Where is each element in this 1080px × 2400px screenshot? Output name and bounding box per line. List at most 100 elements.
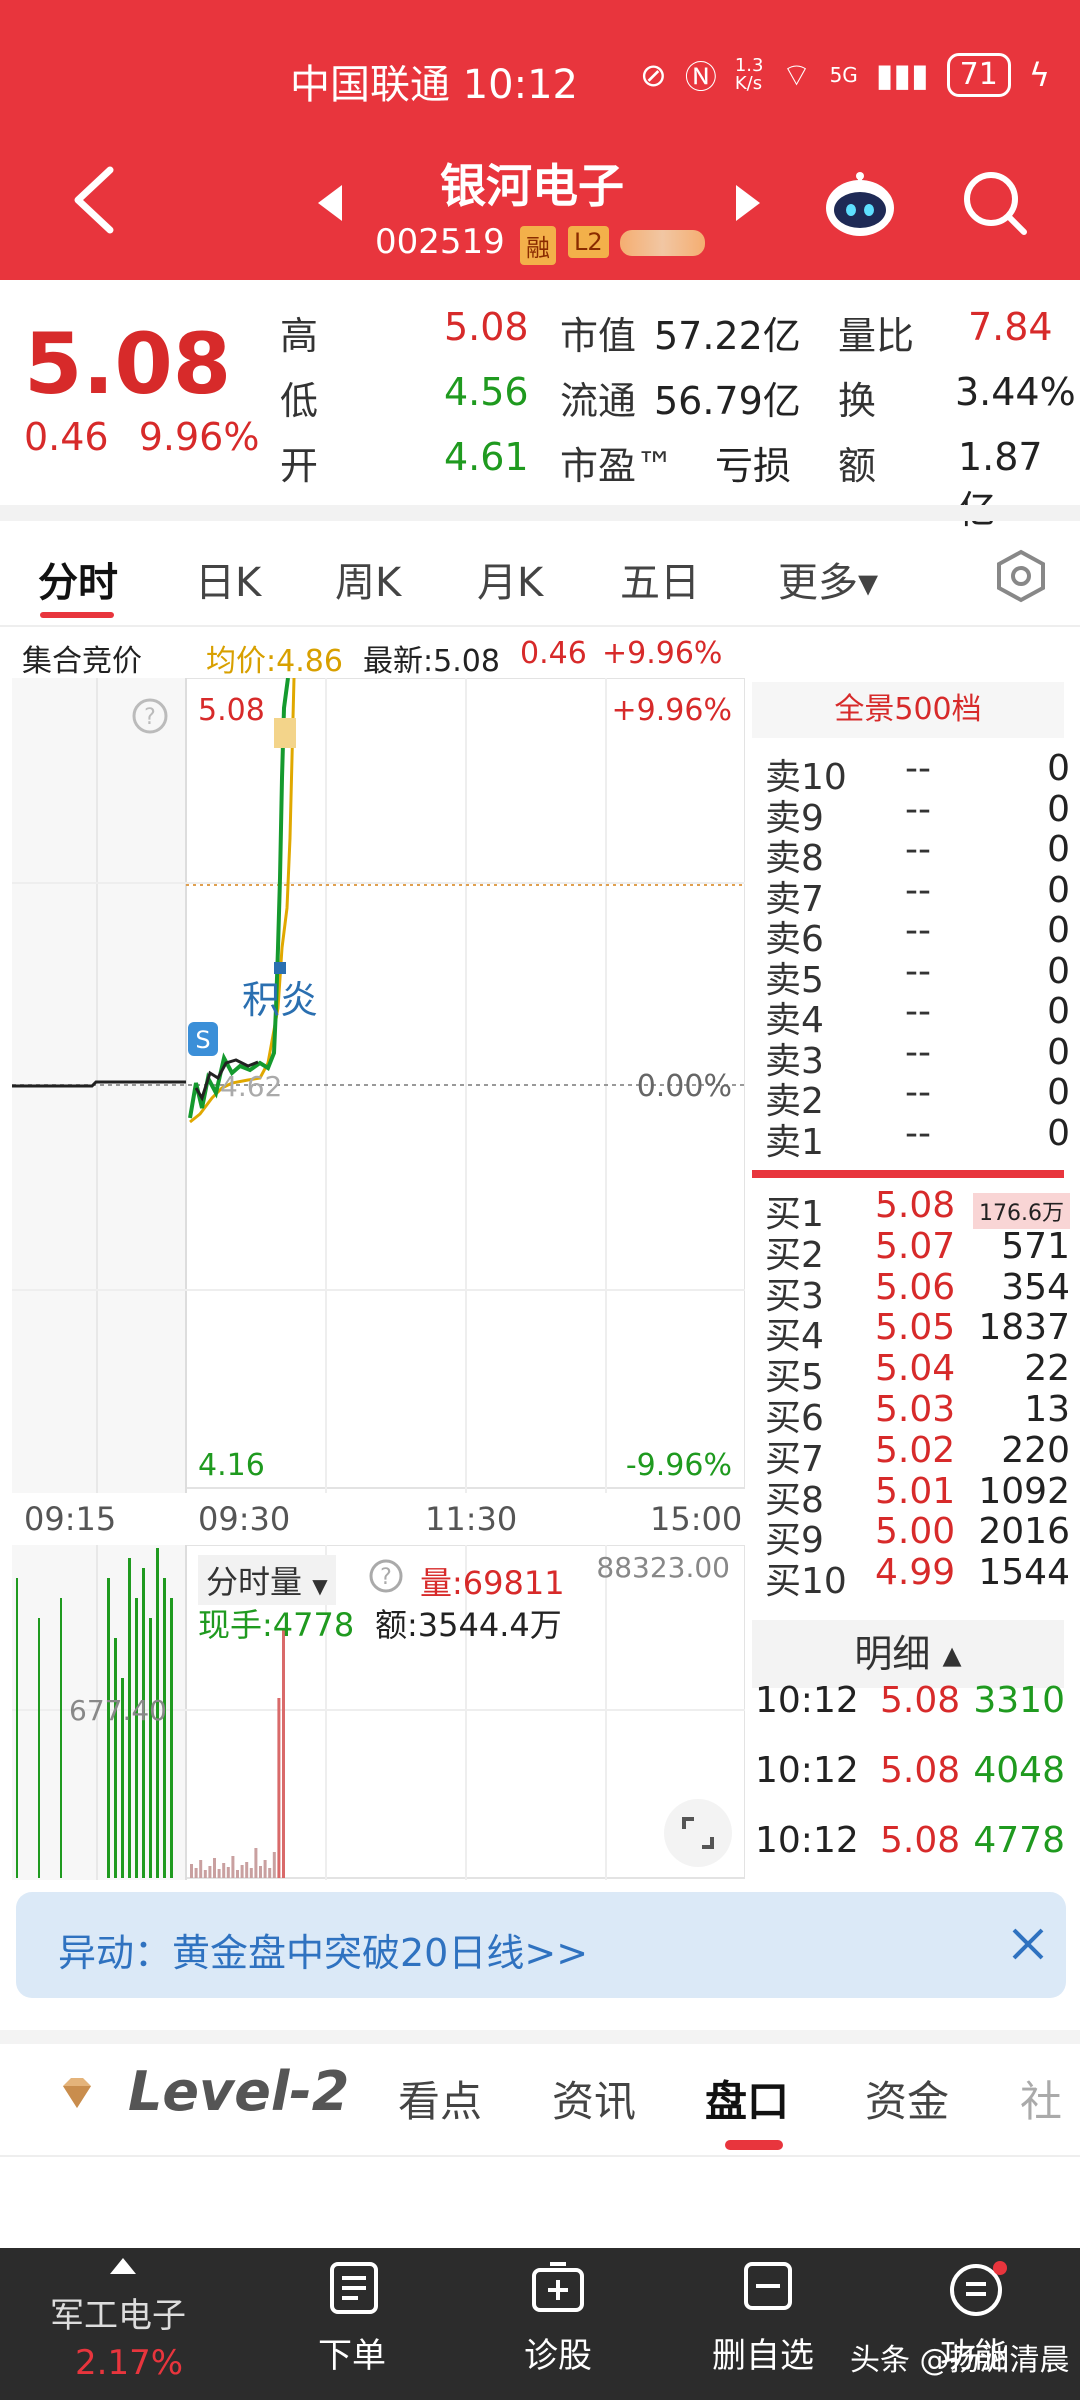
ask-price: -- [905, 991, 931, 1032]
settings-hexagon-icon[interactable] [993, 548, 1049, 604]
ask-row[interactable]: 卖10 -- 0 [765, 748, 1070, 798]
vol-help-icon[interactable]: ? [368, 1558, 404, 1594]
session-volume-bar [249, 1868, 253, 1878]
session-volume-bar [217, 1869, 221, 1878]
level2-label[interactable]: Level-2 [128, 2060, 349, 2123]
bid-row[interactable]: 买2 5.07 571 [765, 1226, 1070, 1276]
current-hand: 现手:4778 [198, 1606, 355, 1644]
order-label[interactable]: 下单 [318, 2328, 386, 2377]
bid-price: 5.06 [875, 1266, 956, 1308]
bid-volume: 176.6万 [973, 1193, 1070, 1229]
tab-weekly-k[interactable]: 周K [335, 550, 401, 608]
ask-row[interactable]: 卖6 -- 0 [765, 910, 1070, 960]
low-label: 低 [280, 379, 319, 423]
session-volume-bar [259, 1866, 262, 1878]
diagnose-label[interactable]: 诊股 [524, 2328, 592, 2377]
detail-row[interactable]: 10:12 5.08 3310 [755, 1680, 1065, 1724]
search-icon[interactable] [960, 168, 1030, 238]
order-icon[interactable] [328, 2260, 380, 2316]
session-volume-bar [263, 1860, 267, 1878]
detail-row[interactable]: 10:12 5.08 4048 [755, 1750, 1065, 1794]
ask-row[interactable]: 卖2 -- 0 [765, 1072, 1070, 1122]
ask-price: -- [905, 829, 931, 870]
diagnose-icon[interactable] [530, 2260, 586, 2316]
bid-row[interactable]: 买4 5.05 1837 [765, 1307, 1070, 1357]
bid-row[interactable]: 买3 5.06 354 [765, 1266, 1070, 1317]
menu-icon[interactable] [948, 2260, 1008, 2316]
robot-assistant-icon[interactable] [822, 170, 898, 238]
turnover-value: 3.44% [955, 370, 1076, 414]
order-book-title[interactable]: 全景500档 [752, 682, 1064, 738]
y-axis-bottom: 4.16 [198, 1448, 265, 1483]
tab-five-day[interactable]: 五日 [620, 550, 700, 608]
bid-row[interactable]: 买6 5.03 13 [765, 1389, 1070, 1439]
detail-header[interactable]: 明细 ▴ [752, 1620, 1064, 1688]
next-stock-arrow-icon[interactable] [736, 185, 760, 221]
watermark: 头条 @扬洲清晨 [850, 2343, 1070, 2378]
tab-orderbook[interactable]: 盘口 [705, 2068, 789, 2129]
divider-line [0, 2155, 1080, 2157]
open-label: 开 [280, 444, 319, 488]
prev-stock-arrow-icon[interactable] [318, 185, 342, 221]
back-arrow-icon[interactable] [60, 160, 130, 240]
ask-row[interactable]: 卖7 -- 0 [765, 869, 1070, 920]
bid-label: 买10 [765, 1561, 847, 1603]
vol-max-label: 88323.00 [596, 1551, 730, 1584]
session-volume-bar [272, 1852, 276, 1878]
fullscreen-icon[interactable] [662, 1797, 734, 1869]
tab-highlights[interactable]: 看点 [398, 2068, 482, 2129]
tab-news[interactable]: 资讯 [552, 2068, 636, 2129]
alert-banner[interactable]: 异动：黄金盘中突破20日线>> [16, 1892, 1066, 1998]
close-icon[interactable] [1006, 1922, 1050, 1966]
ask-price: -- [905, 748, 931, 789]
bid-volume: 2016 [978, 1511, 1070, 1553]
tab-more[interactable]: 更多▾ [778, 550, 878, 608]
tab-community[interactable]: 社 [1020, 2068, 1062, 2129]
tab-monthly-k[interactable]: 月K [477, 550, 543, 608]
expand-up-icon[interactable] [110, 2258, 136, 2274]
bid-row[interactable]: 买9 5.00 2016 [765, 1511, 1070, 1561]
remove-favorite-icon[interactable] [742, 2260, 794, 2312]
ask-row[interactable]: 卖5 -- 0 [765, 951, 1070, 1001]
alert-text[interactable]: 异动：黄金盘中突破20日线>> [58, 1922, 588, 1977]
ask-volume: 0 [1047, 869, 1070, 911]
vol-ratio-label: 量比 [838, 314, 915, 358]
bid-row[interactable]: 买10 4.99 1544 [765, 1552, 1070, 1602]
tab-daily-k[interactable]: 日K [195, 550, 261, 608]
pe-label: 市盈™ [560, 444, 675, 488]
ask-volume: 0 [1047, 1072, 1070, 1113]
ask-row[interactable]: 卖8 -- 0 [765, 829, 1070, 879]
bid-volume: 22 [1024, 1348, 1070, 1390]
ask-row[interactable]: 卖4 -- 0 [765, 991, 1070, 1041]
bid-price: 5.03 [875, 1389, 956, 1430]
tab-intraday[interactable]: 分时 [38, 550, 118, 608]
ask-row[interactable]: 卖3 -- 0 [765, 1032, 1070, 1082]
bid-row[interactable]: 买1 5.08 176.6万 [765, 1185, 1070, 1235]
intraday-chart[interactable]: ? 5.08 4.16 +9.96% 0.00% -9.96% 4.62 S 积… [12, 678, 745, 1493]
ask-row[interactable]: 卖9 -- 0 [765, 789, 1070, 839]
signal-label: 5G [829, 63, 858, 87]
sector-name[interactable]: 军工电子 [50, 2288, 186, 2337]
order-book-divider [752, 1170, 1064, 1178]
s-badge: S [195, 1026, 210, 1054]
session-volume-bar [208, 1866, 212, 1878]
low-value: 4.56 [444, 370, 529, 414]
pct-axis-top: +9.96% [612, 693, 732, 728]
detail-row[interactable]: 10:12 5.08 4778 [755, 1820, 1065, 1864]
ask-price: -- [905, 910, 931, 951]
tab-funds[interactable]: 资金 [865, 2068, 949, 2129]
bid-row[interactable]: 买5 5.04 22 [765, 1348, 1070, 1398]
volume-chart[interactable]: 677.40 88323.00 [12, 1545, 745, 1880]
volume-selector[interactable]: 分时量 ▼ [198, 1555, 336, 1605]
app-header: 中国联通 10:12 ⊘ Ⓝ 1.3 K/s ⌔ 5G ▮▮▮ 71 ϟ 银河电… [0, 0, 1080, 280]
ask-volume: 0 [1047, 1112, 1070, 1154]
ask-row[interactable]: 卖1 -- 0 [765, 1112, 1070, 1163]
bid-row[interactable]: 买8 5.01 1092 [765, 1471, 1070, 1521]
remove-favorite-label[interactable]: 删自选 [712, 2328, 814, 2377]
session-volume-bar [277, 1698, 281, 1878]
bid-row[interactable]: 买7 5.02 220 [765, 1430, 1070, 1480]
bid-volume: 354 [1001, 1266, 1070, 1308]
latest-change: 0.46 [520, 636, 587, 671]
auction-volume-bar [170, 1598, 173, 1878]
bid-volume: 13 [1024, 1389, 1070, 1430]
